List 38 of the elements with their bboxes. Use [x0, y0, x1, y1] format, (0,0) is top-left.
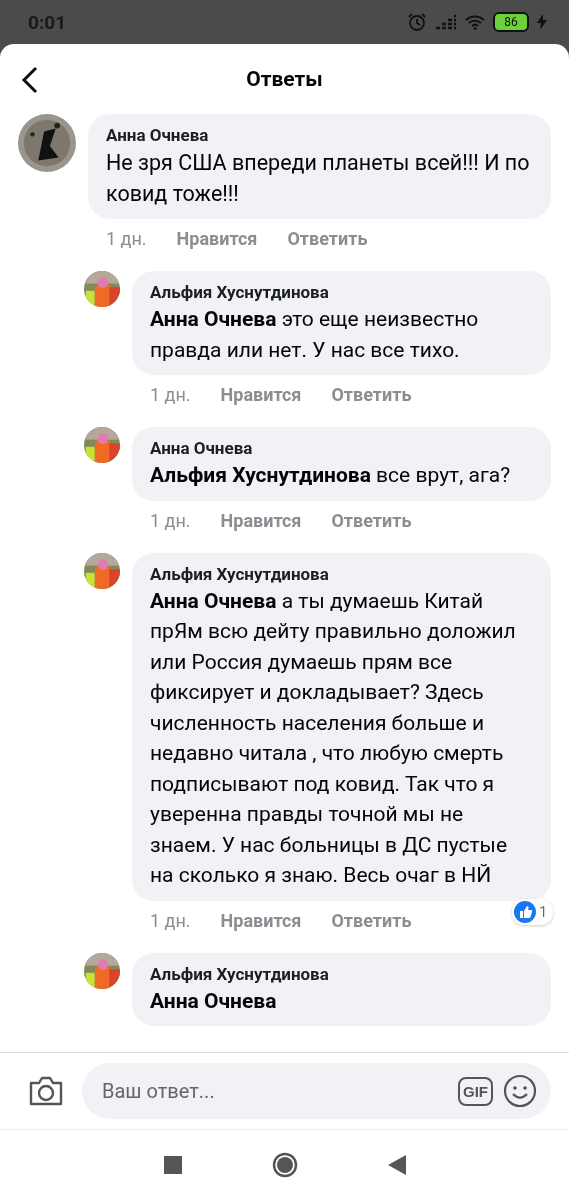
reply-link[interactable]: Ответить [331, 383, 412, 407]
comment-text: Анна Очнева а ты думаешь Китай прЯм всю дейту правильно доложил или Россия думаешь прям все фиксирует и докладывает? Здесь численность населения больше и недавно читала , что любую смерть подписывают под ковид. Так что я уверенна правды точной мы не знаем. У нас больницы в ДС пустые на сколько я знаю. Весь очаг в НЙ [150, 587, 517, 889]
like-icon [514, 900, 537, 923]
alarm-icon [407, 12, 427, 32]
like-link[interactable]: Нравится [176, 227, 258, 251]
battery-level: 86 [493, 12, 529, 32]
camera-icon[interactable] [28, 1075, 64, 1107]
back-nav-icon[interactable] [387, 1155, 406, 1175]
comment-time: 1 дн. [150, 383, 191, 407]
comment-text: Альфия Хуснутдинова все врут, ага? [150, 462, 512, 489]
comment-time: 1 дн. [150, 508, 191, 533]
back-icon[interactable] [20, 66, 40, 94]
author-name: Альфия Хуснутдинова [150, 962, 330, 986]
author-name: Анна Очнева [106, 124, 210, 147]
like-link[interactable]: Нравится [220, 508, 302, 533]
reply-field[interactable]: Ваш ответ... GIF [82, 1063, 551, 1119]
reaction-count[interactable]: 1 [512, 898, 553, 925]
recents-icon[interactable] [163, 1156, 182, 1174]
comment-time: 1 дн. [106, 227, 147, 251]
comment-text: Анна Очнева это еще неизвестно правда или нет. У нас все тихо. [150, 306, 480, 364]
signal-icon [435, 14, 457, 30]
comment-text: Анна Очнева [150, 987, 278, 1015]
smiley-icon[interactable] [503, 1074, 537, 1108]
gif-button[interactable]: GIF [458, 1076, 493, 1106]
page-title: Ответы [246, 67, 323, 91]
wifi-icon [465, 14, 485, 30]
comment-time: 1 дн. [150, 908, 191, 933]
author-name: Альфия Хуснутдинова [150, 281, 330, 304]
author-name: Альфия Хуснутдинова [150, 562, 330, 586]
author-name: Анна Очнева [150, 437, 254, 460]
reply-link[interactable]: Ответить [331, 508, 412, 533]
like-link[interactable]: Нравится [220, 908, 302, 933]
reply-link[interactable]: Ответить [331, 908, 412, 933]
reply-link[interactable]: Ответить [287, 227, 368, 251]
like-link[interactable]: Нравится [220, 383, 302, 407]
comment-text: Не зря США впереди планеты всей!!! И по ковид тоже!!! [106, 149, 531, 208]
charging-icon [537, 14, 547, 30]
home-icon[interactable] [271, 1152, 298, 1178]
